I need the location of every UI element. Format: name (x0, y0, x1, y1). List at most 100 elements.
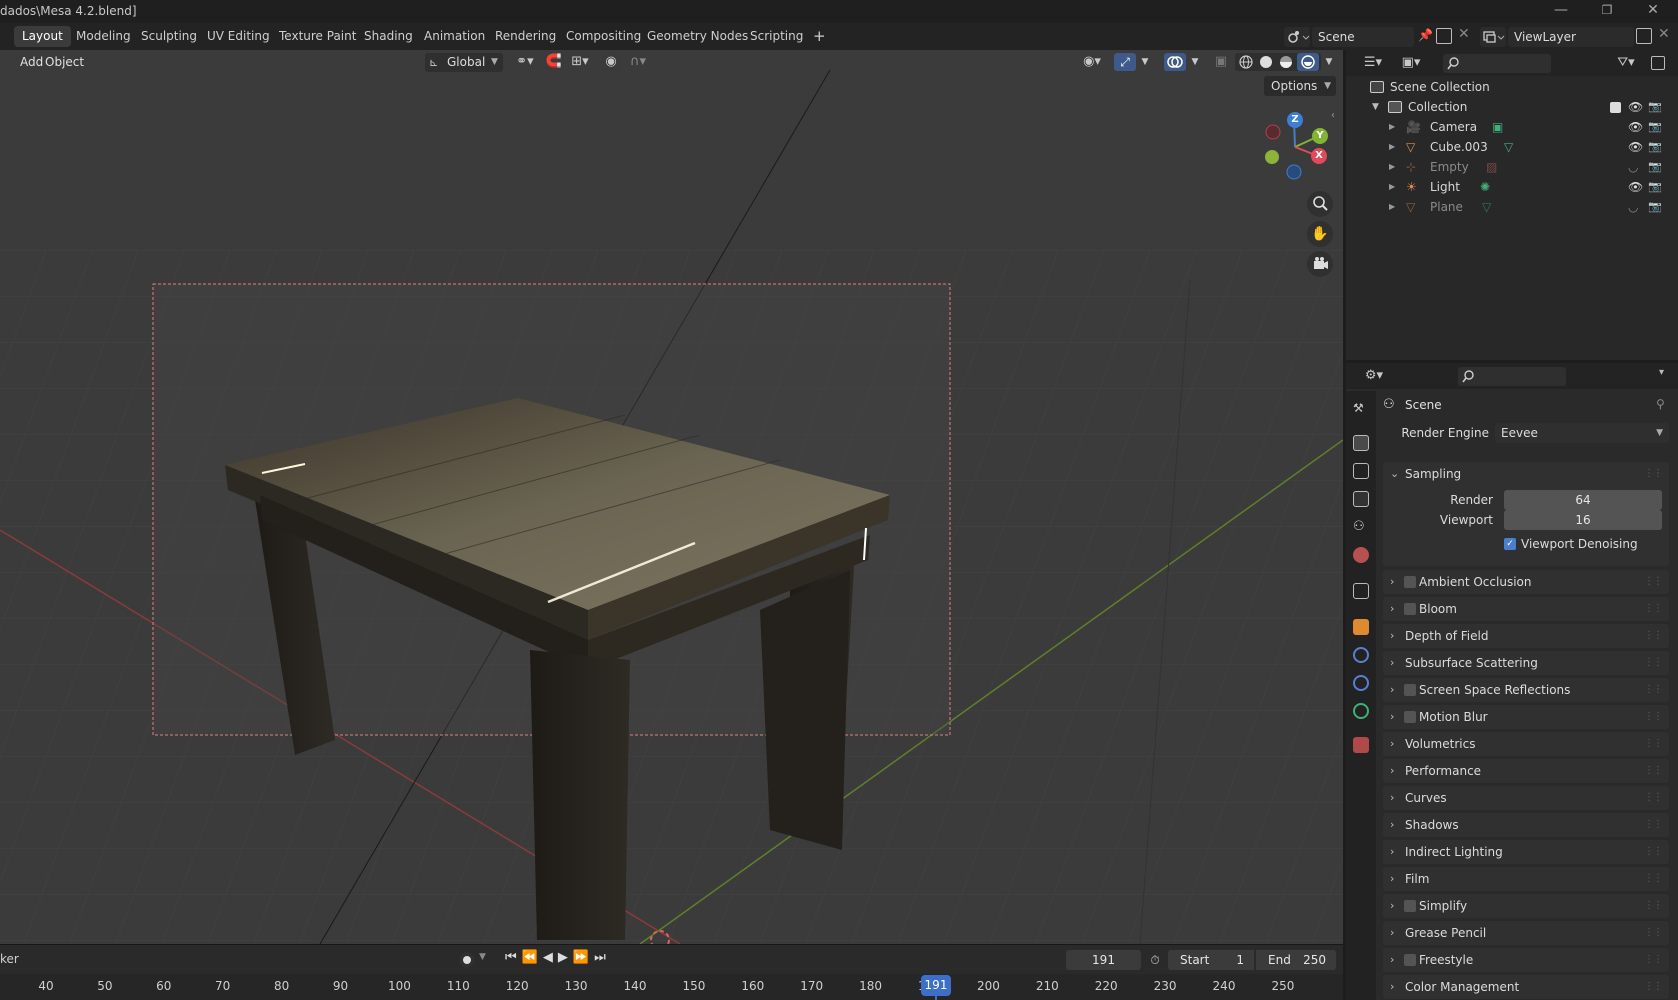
drag-handle-icon[interactable]: ⋮⋮ (1644, 840, 1663, 864)
drag-handle-icon[interactable]: ⋮⋮ (1644, 975, 1663, 999)
panel-curves[interactable]: › Curves ⋮⋮ (1383, 786, 1669, 810)
expand-icon[interactable]: ▶ (1389, 197, 1395, 217)
viewport-samples-field[interactable]: 16 (1504, 510, 1662, 530)
expand-icon[interactable]: ▶ (1389, 177, 1395, 197)
render-engine-dropdown[interactable]: Eevee ▼ (1495, 423, 1669, 443)
tab-rendering[interactable]: Rendering (487, 26, 564, 47)
panel-enable-checkbox[interactable] (1404, 900, 1416, 912)
view-layer-name-field[interactable]: ViewLayer (1508, 27, 1634, 47)
eye-icon[interactable]: 👁 (1628, 97, 1643, 117)
new-view-layer-icon[interactable] (1636, 28, 1652, 44)
add-workspace-button[interactable]: + (805, 26, 834, 47)
delete-scene-icon[interactable]: ✕ (1458, 26, 1470, 42)
camera-data-icon[interactable]: ▣ (1492, 117, 1503, 137)
gizmo-toggle-icon[interactable]: ⤢ (1114, 53, 1136, 71)
panel-performance[interactable]: › Performance ⋮⋮ (1383, 759, 1669, 783)
drag-handle-icon[interactable]: ⋮⋮ (1644, 948, 1663, 972)
outliner-item-light[interactable]: ▶ ☀ Light ✺ 👁 📷 (1346, 177, 1678, 197)
properties-search-input[interactable] (1458, 367, 1566, 386)
snap-target-icon[interactable]: ⊞▾ (566, 53, 594, 71)
panel-film[interactable]: › Film ⋮⋮ (1383, 867, 1669, 891)
drag-handle-icon[interactable]: ⋮⋮ (1644, 786, 1663, 810)
restore-button[interactable]: ❐ (1592, 0, 1622, 23)
drag-handle-icon[interactable]: ⋮⋮ (1644, 570, 1663, 594)
minimize-button[interactable]: — (1546, 0, 1576, 23)
drag-handle-icon[interactable]: ⋮⋮ (1644, 678, 1663, 702)
panel-volumetrics[interactable]: › Volumetrics ⋮⋮ (1383, 732, 1669, 756)
overlays-toggle-button[interactable] (1164, 53, 1186, 71)
drag-handle-icon[interactable]: ⋮⋮ (1644, 759, 1663, 783)
tab-scripting[interactable]: Scripting (742, 26, 811, 47)
panel-freestyle[interactable]: › Freestyle ⋮⋮ (1383, 948, 1669, 972)
panel-enable-checkbox[interactable] (1404, 576, 1416, 588)
play-reverse-icon[interactable]: ◀ (543, 950, 558, 965)
render-camera-icon[interactable]: 📷 (1648, 137, 1662, 157)
pivot-point-icon[interactable]: ⚭▾ (511, 53, 539, 71)
outliner-scene-collection[interactable]: Scene Collection (1346, 77, 1678, 97)
gizmo-y-axis[interactable]: Y (1312, 128, 1328, 144)
gizmo-x-axis[interactable]: X (1311, 148, 1327, 164)
filter-icon[interactable]: ⛛▾ (1610, 54, 1642, 72)
new-scene-icon[interactable] (1436, 28, 1452, 44)
render-tab-icon[interactable] (1353, 435, 1369, 451)
drag-handle-icon[interactable]: ⋮⋮ (1644, 732, 1663, 756)
pin-icon[interactable]: ⚲ (1656, 397, 1665, 411)
panel-screen-space-reflections[interactable]: › Screen Space Reflections ⋮⋮ (1383, 678, 1669, 702)
sidebar-toggle-icon[interactable]: ‹ (1331, 110, 1335, 121)
eye-closed-icon[interactable]: ◡ (1628, 157, 1638, 177)
jump-start-icon[interactable]: ⏮ (505, 950, 522, 965)
object-tab-icon[interactable] (1353, 619, 1369, 635)
panel-grease-pencil[interactable]: › Grease Pencil ⋮⋮ (1383, 921, 1669, 945)
editor-type-icon[interactable]: ⚙▾ (1358, 367, 1390, 385)
drag-handle-icon[interactable]: ⋮⋮ (1644, 651, 1663, 675)
drag-handle-icon[interactable]: ⋮⋮ (1644, 624, 1663, 648)
zoom-button[interactable] (1307, 191, 1333, 217)
scene-name-field[interactable]: Scene (1312, 27, 1414, 47)
outliner-item-camera[interactable]: ▶ 🎥 Camera ▣ 👁 📷 (1346, 117, 1678, 137)
tab-sculpting[interactable]: Sculpting (133, 26, 205, 47)
scene-tab-icon[interactable]: ⚇ (1353, 519, 1369, 535)
panel-color-management[interactable]: › Color Management ⋮⋮ (1383, 975, 1669, 999)
close-button[interactable]: ✕ (1638, 0, 1668, 23)
drag-handle-icon[interactable]: ⋮⋮ (1644, 867, 1663, 891)
drag-handle-icon[interactable]: ⋮⋮ (1644, 813, 1663, 837)
drag-handle-icon[interactable]: ⋮⋮ (1644, 462, 1663, 486)
panel-enable-checkbox[interactable] (1404, 711, 1416, 723)
tool-tab-icon[interactable]: ⚒ (1353, 401, 1369, 417)
playhead-frame[interactable]: 191 (921, 975, 951, 996)
outliner-item-cube-003[interactable]: ▶ ▽ Cube.003 ▽ 👁 📷 (1346, 137, 1678, 157)
panel-simplify[interactable]: › Simplify ⋮⋮ (1383, 894, 1669, 918)
view-layer-tab-icon[interactable] (1353, 491, 1369, 507)
expand-icon[interactable]: ▶ (1389, 117, 1395, 137)
mesh-data-icon[interactable]: ▽ (1504, 137, 1513, 157)
transform-orientation-dropdown[interactable]: ⊾ Global ▼ (425, 53, 503, 72)
render-samples-field[interactable]: 64 (1504, 490, 1662, 510)
keying-dropdown-icon[interactable]: ▼ (479, 952, 486, 962)
record-button[interactable] (459, 952, 475, 968)
expand-icon[interactable]: ▶ (1389, 137, 1395, 157)
panel-depth-of-field[interactable]: › Depth of Field ⋮⋮ (1383, 624, 1669, 648)
new-collection-icon[interactable] (1651, 56, 1665, 70)
data-tab-icon[interactable] (1353, 703, 1369, 719)
mesh-data-icon[interactable]: ▽ (1482, 197, 1491, 217)
image-data-icon[interactable]: ▨ (1486, 157, 1497, 177)
navigation-gizmo[interactable]: Z Y X (1256, 108, 1334, 186)
outliner-search-input[interactable] (1443, 54, 1551, 73)
xray-icon[interactable]: ▣ (1212, 53, 1230, 71)
world-tab-icon[interactable] (1353, 547, 1369, 563)
filter-view-icon[interactable]: ▣▾ (1396, 54, 1426, 72)
shading-dropdown-icon[interactable]: ▼ (1322, 53, 1336, 71)
panel-indirect-lighting[interactable]: › Indirect Lighting ⋮⋮ (1383, 840, 1669, 864)
end-frame-field[interactable]: End 250 (1256, 950, 1336, 970)
output-tab-icon[interactable] (1353, 463, 1369, 479)
render-camera-icon[interactable]: 📷 (1648, 117, 1662, 137)
constraints-tab-icon[interactable] (1353, 675, 1369, 691)
physics-tab-icon[interactable] (1353, 647, 1369, 663)
tab-uv-editing[interactable]: UV Editing (199, 26, 278, 47)
eye-icon[interactable]: 👁 (1628, 117, 1643, 137)
chevron-down-icon[interactable]: ▾ (1659, 367, 1664, 378)
eye-icon[interactable]: 👁 (1628, 177, 1643, 197)
viewport-denoising-checkbox[interactable]: ✓ (1504, 538, 1516, 550)
camera-view-button[interactable] (1307, 251, 1333, 277)
menu-object[interactable]: Object (40, 53, 89, 71)
